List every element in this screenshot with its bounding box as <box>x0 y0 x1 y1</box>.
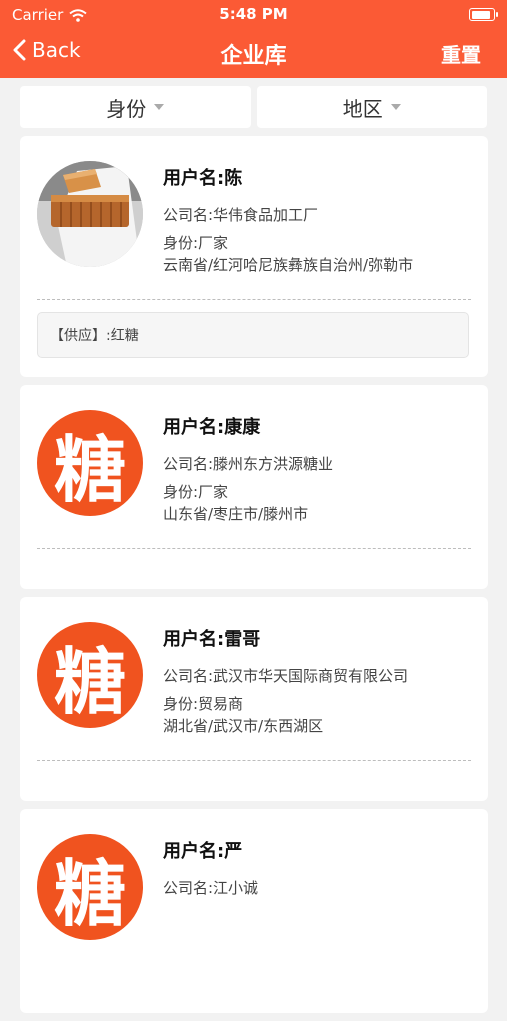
company-name: 公司名:江小诚 <box>163 879 259 897</box>
identity-filter-label: 身份 <box>106 96 147 121</box>
card-info: 用户名:雷哥 公司名:武汉市华天国际商贸有限公司 身份:贸易商 湖北省/武汉市/… <box>163 625 473 737</box>
region-filter-label: 地区 <box>342 96 383 121</box>
sugar-logo-icon: 糖 <box>53 426 126 512</box>
status-bar: Carrier 5:48 PM <box>0 0 507 28</box>
filter-bar: 身份 地区 <box>20 86 487 128</box>
identity: 身份:贸易商 <box>163 695 244 713</box>
divider <box>37 760 471 761</box>
divider <box>37 548 471 549</box>
avatar: 糖 <box>37 622 143 728</box>
region-filter[interactable]: 地区 <box>256 86 487 128</box>
username: 用户名:陈 <box>163 168 243 189</box>
identity-filter[interactable]: 身份 <box>20 86 251 128</box>
region: 湖北省/武汉市/东西湖区 <box>163 717 324 735</box>
company-card[interactable]: 糖 用户名:雷哥 公司名:武汉市华天国际商贸有限公司 身份:贸易商 湖北省/武汉… <box>20 597 488 801</box>
avatar: 糖 <box>37 410 143 516</box>
sugar-logo-icon: 糖 <box>53 638 126 724</box>
username: 用户名:雷哥 <box>163 629 261 650</box>
company-card[interactable]: 糖 用户名:康康 公司名:滕州东方洪源糖业 身份:厂家 山东省/枣庄市/滕州市 <box>20 385 488 589</box>
company-card[interactable]: 用户名:陈 公司名:华伟食品加工厂 身份:厂家 云南省/红河哈尼族彝族自治州/弥… <box>20 136 488 377</box>
card-info: 用户名:严 公司名:江小诚 <box>163 837 473 899</box>
region: 山东省/枣庄市/滕州市 <box>163 505 309 523</box>
nav-bar: Back 企业库 重置 <box>0 28 507 78</box>
chevron-left-icon <box>13 39 26 61</box>
supply-tag: 【供应】:红糖 <box>37 312 469 358</box>
brown-sugar-photo <box>37 161 143 267</box>
company-name: 公司名:华伟食品加工厂 <box>163 206 319 224</box>
sugar-logo-icon: 糖 <box>53 850 126 936</box>
identity: 身份:厂家 <box>163 234 229 252</box>
back-label: Back <box>32 38 81 62</box>
avatar: 糖 <box>37 834 143 940</box>
company-card[interactable]: 糖 用户名:严 公司名:江小诚 <box>20 809 488 1013</box>
status-time: 5:48 PM <box>219 5 288 23</box>
caret-down-icon <box>154 104 165 110</box>
identity: 身份:厂家 <box>163 483 229 501</box>
back-button[interactable]: Back <box>12 38 81 62</box>
card-info: 用户名:陈 公司名:华伟食品加工厂 身份:厂家 云南省/红河哈尼族彝族自治州/弥… <box>163 164 473 276</box>
username: 用户名:严 <box>163 841 243 862</box>
company-name: 公司名:武汉市华天国际商贸有限公司 <box>163 667 409 685</box>
avatar <box>37 161 143 267</box>
header: Carrier 5:48 PM Back 企业库 重置 <box>0 0 507 78</box>
username: 用户名:康康 <box>163 417 261 438</box>
card-info: 用户名:康康 公司名:滕州东方洪源糖业 身份:厂家 山东省/枣庄市/滕州市 <box>163 413 473 525</box>
supply-text: 【供应】:红糖 <box>50 328 139 344</box>
divider <box>37 299 471 300</box>
company-list: 用户名:陈 公司名:华伟食品加工厂 身份:厂家 云南省/红河哈尼族彝族自治州/弥… <box>20 136 488 1021</box>
region: 云南省/红河哈尼族彝族自治州/弥勒市 <box>163 256 414 274</box>
company-name: 公司名:滕州东方洪源糖业 <box>163 455 334 473</box>
caret-down-icon <box>390 104 401 110</box>
reset-button[interactable]: 重置 <box>441 39 481 68</box>
battery-icon <box>469 8 498 21</box>
